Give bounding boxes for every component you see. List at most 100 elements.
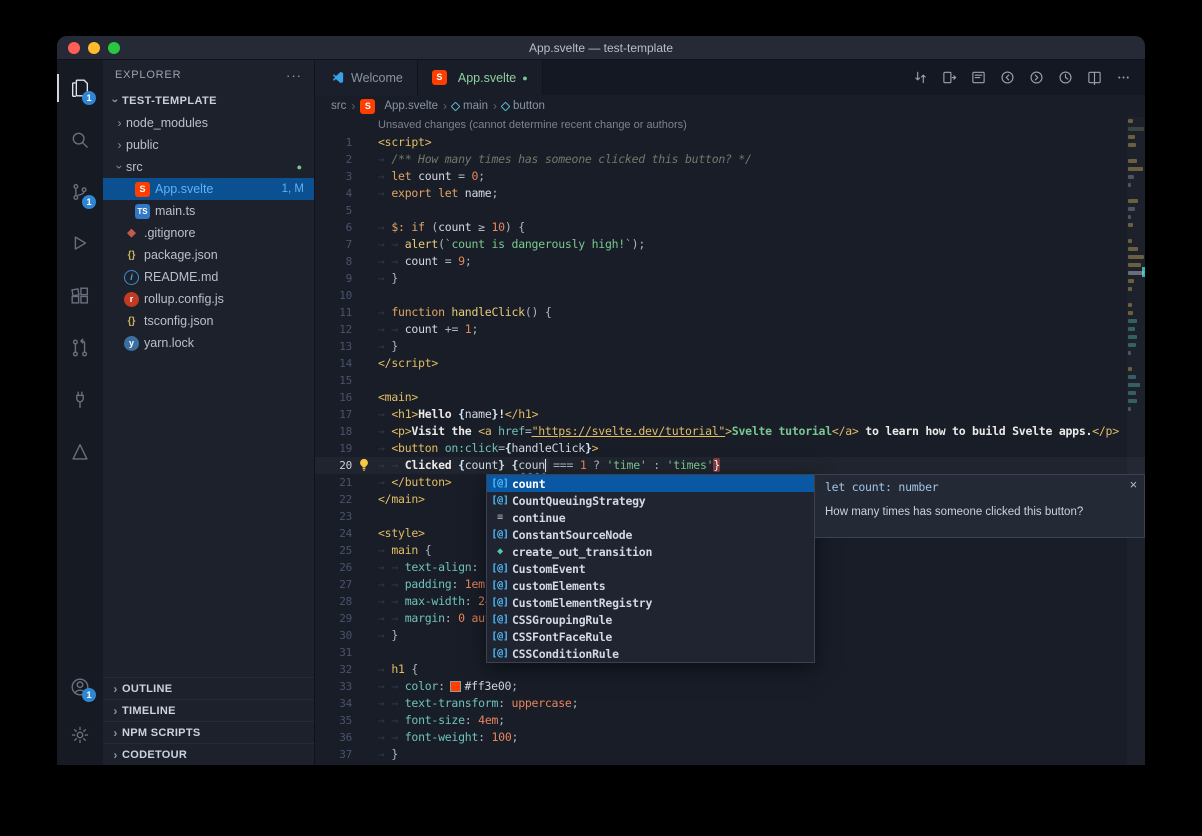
- section-outline[interactable]: ›OUTLINE: [103, 677, 314, 699]
- blame-annotations-icon[interactable]: [966, 66, 990, 90]
- code-line[interactable]: 3→ let count = 0;: [315, 168, 1145, 185]
- open-changes-icon[interactable]: [937, 66, 961, 90]
- tree-item-tsconfig-json[interactable]: {}tsconfig.json: [103, 310, 314, 332]
- line-number[interactable]: 31: [315, 644, 352, 661]
- github-pullrequests-icon[interactable]: [57, 322, 103, 374]
- tab-app-svelte[interactable]: SApp.svelte●: [418, 60, 543, 95]
- previous-change-icon[interactable]: [995, 66, 1019, 90]
- line-number[interactable]: 36: [315, 729, 352, 746]
- line-number[interactable]: 25: [315, 542, 352, 559]
- line-number[interactable]: 5: [315, 202, 352, 219]
- line-number[interactable]: 24: [315, 525, 352, 542]
- lightbulb-icon[interactable]: [357, 458, 371, 472]
- tree-item-package-json[interactable]: {}package.json: [103, 244, 314, 266]
- line-number[interactable]: 27: [315, 576, 352, 593]
- line-number[interactable]: 3: [315, 168, 352, 185]
- code-line[interactable]: 35→ → font-size: 4em;: [315, 712, 1145, 729]
- code-line[interactable]: 16<main>: [315, 389, 1145, 406]
- line-number[interactable]: 13: [315, 338, 352, 355]
- code-line[interactable]: 1<script>: [315, 134, 1145, 151]
- line-number[interactable]: 28: [315, 593, 352, 610]
- tree-item-src[interactable]: ›src●: [103, 156, 314, 178]
- code-line[interactable]: 7→ → alert(`count is dangerously high!`)…: [315, 236, 1145, 253]
- line-number[interactable]: 26: [315, 559, 352, 576]
- suggest-item-cssgroupingrule[interactable]: [@]CSSGroupingRule: [487, 611, 814, 628]
- close-button[interactable]: [68, 42, 80, 54]
- azure-icon[interactable]: [57, 426, 103, 478]
- code-line[interactable]: 13→ }: [315, 338, 1145, 355]
- suggest-item-cssfontfacerule[interactable]: [@]CSSFontFaceRule: [487, 628, 814, 645]
- line-number[interactable]: 15: [315, 372, 352, 389]
- source-control-icon[interactable]: 1: [57, 166, 103, 218]
- line-number[interactable]: 23: [315, 508, 352, 525]
- suggest-item-customelements[interactable]: [@]customElements: [487, 577, 814, 594]
- line-number[interactable]: 4: [315, 185, 352, 202]
- line-number[interactable]: 17: [315, 406, 352, 423]
- next-change-icon[interactable]: [1024, 66, 1048, 90]
- code-line[interactable]: 12→ → count += 1;: [315, 321, 1145, 338]
- code-line[interactable]: 14</script>: [315, 355, 1145, 372]
- line-number[interactable]: 12: [315, 321, 352, 338]
- tab-welcome[interactable]: Welcome: [315, 60, 418, 95]
- line-number[interactable]: 30: [315, 627, 352, 644]
- line-number[interactable]: 9: [315, 270, 352, 287]
- more-actions-icon[interactable]: [1111, 66, 1135, 90]
- tree-item--gitignore[interactable]: ◆.gitignore: [103, 222, 314, 244]
- line-number[interactable]: 34: [315, 695, 352, 712]
- file-history-icon[interactable]: [1053, 66, 1077, 90]
- explorer-actions-icon[interactable]: ···: [286, 68, 302, 83]
- zoom-button[interactable]: [108, 42, 120, 54]
- breadcrumb-app-svelte[interactable]: SApp.svelte: [360, 99, 438, 114]
- extensions-icon[interactable]: [57, 270, 103, 322]
- line-number[interactable]: 8: [315, 253, 352, 270]
- suggest-item-cssconditionrule[interactable]: [@]CSSConditionRule: [487, 645, 814, 662]
- code-line[interactable]: 2→ /** How many times has someone clicke…: [315, 151, 1145, 168]
- code-line[interactable]: 17→ <h1>Hello {name}!</h1>: [315, 406, 1145, 423]
- breadcrumb-main[interactable]: main: [452, 100, 488, 112]
- line-number[interactable]: 6: [315, 219, 352, 236]
- tree-item-rollup-config-js[interactable]: rrollup.config.js: [103, 288, 314, 310]
- code-line[interactable]: 20→ → Clicked {count} {coun === 1 ? 'tim…: [315, 457, 1145, 474]
- project-root[interactable]: ›TEST-TEMPLATE: [103, 90, 314, 112]
- compare-changes-icon[interactable]: [908, 66, 932, 90]
- line-number[interactable]: 7: [315, 236, 352, 253]
- line-number[interactable]: 32: [315, 661, 352, 678]
- section-timeline[interactable]: ›TIMELINE: [103, 699, 314, 721]
- explorer-icon[interactable]: 1: [57, 62, 103, 114]
- line-number[interactable]: 37: [315, 746, 352, 763]
- tree-item-yarn-lock[interactable]: yyarn.lock: [103, 332, 314, 354]
- code-line[interactable]: 10: [315, 287, 1145, 304]
- minimap[interactable]: [1127, 117, 1145, 765]
- suggest-item-count[interactable]: [@]count: [487, 475, 814, 492]
- code-line[interactable]: 32→ h1 {: [315, 661, 1145, 678]
- code-editor[interactable]: Unsaved changes (cannot determine recent…: [315, 117, 1145, 765]
- settings-gear-icon[interactable]: [57, 711, 103, 759]
- code-line[interactable]: 9→ }: [315, 270, 1145, 287]
- line-number[interactable]: 10: [315, 287, 352, 304]
- accounts-icon[interactable]: 1: [57, 663, 103, 711]
- breadcrumb-src[interactable]: src: [331, 100, 346, 112]
- breadcrumb-button[interactable]: button: [502, 100, 545, 112]
- suggest-item-countqueuingstrategy[interactable]: [@]CountQueuingStrategy: [487, 492, 814, 509]
- section-codetour[interactable]: ›CODETOUR: [103, 743, 314, 765]
- line-number[interactable]: 19: [315, 440, 352, 457]
- suggest-detail-close-icon[interactable]: ×: [1130, 477, 1137, 492]
- suggest-item-continue[interactable]: ≡continue: [487, 509, 814, 526]
- suggest-item-customelementregistry[interactable]: [@]CustomElementRegistry: [487, 594, 814, 611]
- remote-explorer-icon[interactable]: [57, 374, 103, 426]
- code-line[interactable]: 11→ function handleClick() {: [315, 304, 1145, 321]
- line-number[interactable]: 21: [315, 474, 352, 491]
- split-editor-icon[interactable]: [1082, 66, 1106, 90]
- tree-item-node-modules[interactable]: ›node_modules: [103, 112, 314, 134]
- line-number[interactable]: 2: [315, 151, 352, 168]
- search-icon[interactable]: [57, 114, 103, 166]
- code-line[interactable]: 33→ → color: #ff3e00;: [315, 678, 1145, 695]
- line-number[interactable]: 33: [315, 678, 352, 695]
- tree-item-readme-md[interactable]: iREADME.md: [103, 266, 314, 288]
- line-number[interactable]: 20: [315, 457, 352, 474]
- line-number[interactable]: 1: [315, 134, 352, 151]
- code-line[interactable]: 4→ export let name;: [315, 185, 1145, 202]
- tree-item-main-ts[interactable]: TSmain.ts: [103, 200, 314, 222]
- line-number[interactable]: 22: [315, 491, 352, 508]
- line-number[interactable]: 16: [315, 389, 352, 406]
